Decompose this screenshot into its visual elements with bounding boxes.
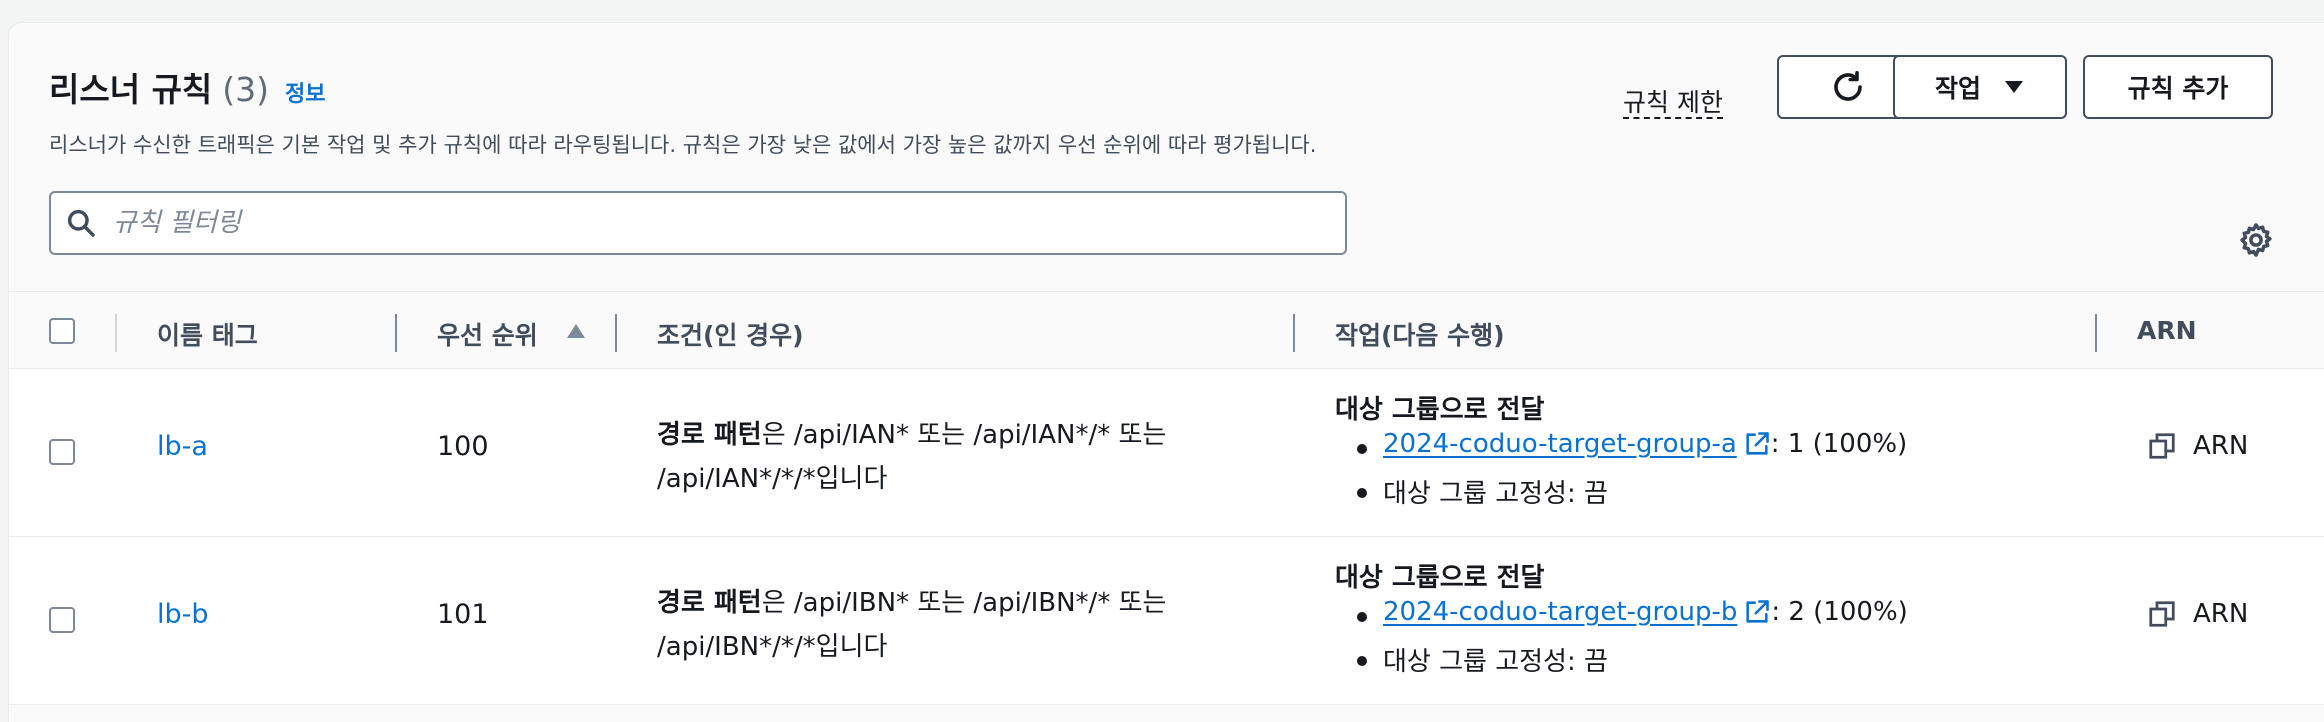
stickiness-line: 대상 그룹 고정성: 끔 [1383, 647, 1608, 677]
target-group-line: 2024-coduo-target-group-b : 2 (100%) [1383, 597, 1908, 627]
external-link-icon[interactable] [1743, 430, 1771, 458]
search-icon [67, 209, 95, 237]
condition-type: 경로 패턴 [657, 588, 762, 618]
actions-dropdown-button[interactable]: 작업 [1893, 55, 2067, 119]
rule-condition: 경로 패턴은 /api/IBN* 또는 /api/IBN*/* 또는 /api/… [657, 581, 1217, 669]
caret-down-icon [2005, 81, 2023, 93]
target-group-link[interactable]: 2024-coduo-target-group-b [1383, 597, 1737, 627]
copy-icon [2149, 433, 2175, 459]
column-resizer[interactable] [615, 314, 617, 352]
condition-type: 경로 패턴 [657, 420, 762, 450]
copy-icon [2149, 601, 2175, 627]
condition-line-2: /api/IBN*/*/*입니다 [657, 632, 888, 662]
rule-condition: 경로 패턴은 /api/IAN* 또는 /api/IAN*/* 또는 /api/… [657, 413, 1217, 501]
external-link-icon[interactable] [1743, 598, 1771, 626]
bullet [1357, 488, 1367, 498]
column-header-actions[interactable]: 작업(다음 수행) [1335, 316, 1505, 352]
bullet [1357, 656, 1367, 666]
action-title: 대상 그룹으로 전달 [1335, 395, 1545, 425]
column-header-conditions[interactable]: 조건(인 경우) [657, 316, 804, 352]
arn-label: ARN [2193, 599, 2249, 629]
add-rule-button[interactable]: 규칙 추가 [2083, 55, 2273, 119]
settings-gear-icon[interactable] [2237, 221, 2275, 259]
bullet [1357, 612, 1367, 622]
row-checkbox[interactable] [49, 607, 75, 633]
rule-filter-search [49, 191, 1347, 255]
rule-limits-link[interactable]: 규칙 제한 [1623, 89, 1723, 119]
arn-label: ARN [2193, 431, 2249, 461]
condition-line-1: 은 /api/IBN* 또는 /api/IBN*/* 또는 [761, 588, 1167, 618]
panel-description: 리스너가 수신한 트래픽은 기본 작업 및 추가 규칙에 따라 라우팅됩니다. … [49, 133, 1317, 157]
bullet [1357, 444, 1367, 454]
target-group-line: 2024-coduo-target-group-a : 1 (100%) [1383, 429, 1907, 459]
condition-line-1: 은 /api/IAN* 또는 /api/IAN*/* 또는 [761, 420, 1167, 450]
copy-arn-button[interactable]: ARN [2147, 431, 2248, 461]
table-row: lb-a 100 경로 패턴은 /api/IAN* 또는 /api/IAN*/*… [9, 369, 2324, 537]
info-link[interactable]: 정보 [285, 76, 325, 108]
add-rule-button-label: 규칙 추가 [2127, 74, 2229, 103]
target-group-weight: : 2 (100%) [1771, 597, 1908, 627]
action-title: 대상 그룹으로 전달 [1335, 563, 1545, 593]
column-resizer[interactable] [395, 314, 397, 352]
title-text: 리스너 규칙 [49, 70, 213, 109]
rule-name-link[interactable]: lb-a [157, 431, 208, 462]
rule-priority: 101 [437, 599, 489, 630]
rule-count: (3) [222, 70, 270, 109]
listener-rules-panel: 리스너 규칙 (3) 정보 리스너가 수신한 트래픽은 기본 작업 및 추가 규… [8, 22, 2324, 722]
panel-title: 리스너 규칙 (3) 정보 [49, 63, 326, 111]
refresh-icon [1834, 70, 1862, 101]
column-header-arn[interactable]: ARN [2137, 316, 2197, 345]
sort-ascending-icon[interactable] [565, 322, 587, 340]
column-resizer[interactable] [2095, 314, 2097, 352]
stickiness-line: 대상 그룹 고정성: 끔 [1383, 479, 1608, 509]
actions-button-label: 작업 [1934, 74, 1981, 103]
target-group-link[interactable]: 2024-coduo-target-group-a [1383, 429, 1737, 459]
column-header-name-tag[interactable]: 이름 태그 [157, 316, 258, 352]
row-checkbox[interactable] [49, 439, 75, 465]
table-header: 이름 태그 우선 순위 조건(인 경우) 작업(다음 수행) ARN [9, 291, 2324, 369]
target-group-weight: : 1 (100%) [1770, 429, 1908, 459]
table-row: lb-b 101 경로 패턴은 /api/IBN* 또는 /api/IBN*/*… [9, 537, 2324, 705]
copy-arn-button[interactable]: ARN [2147, 599, 2248, 629]
rule-name-link[interactable]: lb-b [157, 599, 209, 630]
column-resizer[interactable] [1293, 314, 1295, 352]
column-header-priority[interactable]: 우선 순위 [437, 316, 538, 352]
select-all-checkbox[interactable] [49, 318, 75, 344]
column-divider [115, 314, 117, 352]
rule-priority: 100 [437, 431, 489, 462]
condition-line-2: /api/IAN*/*/*입니다 [657, 464, 888, 494]
rule-filter-input[interactable] [111, 207, 1295, 239]
